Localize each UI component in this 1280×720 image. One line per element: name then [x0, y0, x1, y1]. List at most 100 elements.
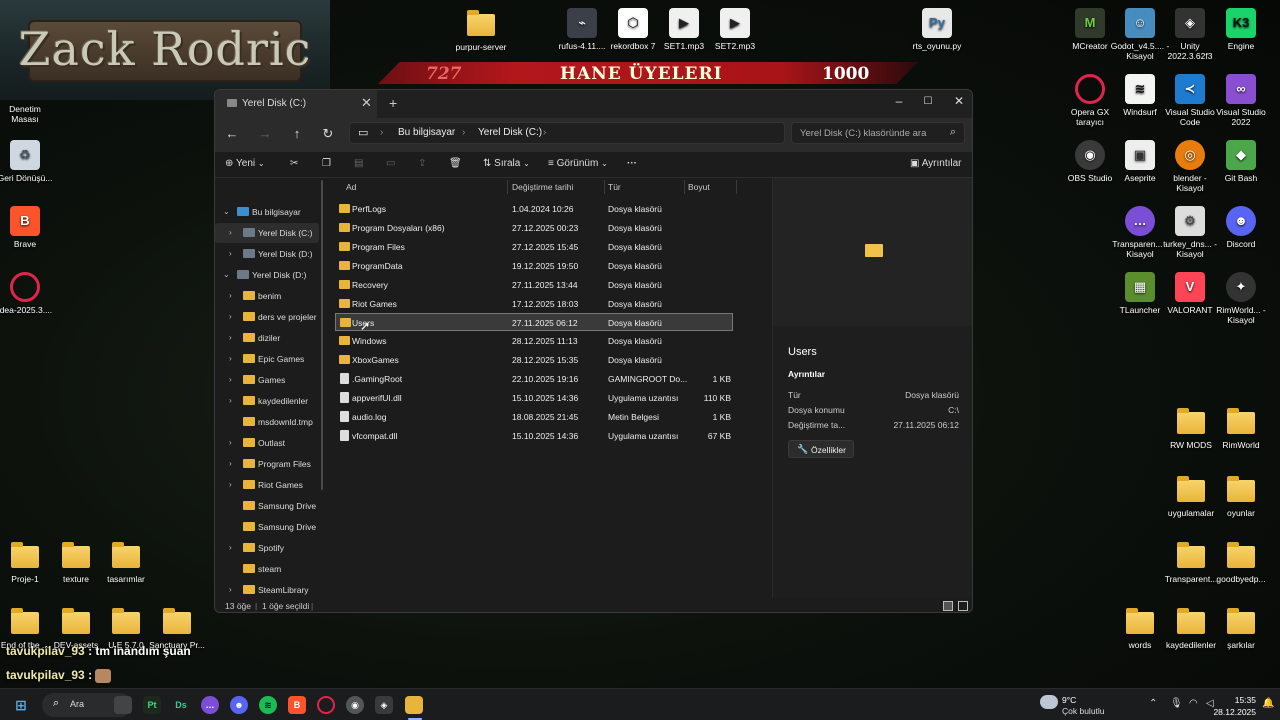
forward-button[interactable]: →	[256, 126, 274, 141]
delete-button[interactable]: 🗑	[449, 158, 462, 169]
sidebar-item-samsung-drive[interactable]: Samsung Drive	[215, 496, 319, 516]
sidebar-item-outlast[interactable]: › Outlast	[215, 433, 319, 453]
scrollbar-thumb[interactable]	[321, 180, 323, 490]
sidebar-item-games[interactable]: › Games	[215, 370, 319, 390]
column-header-type[interactable]: Tür	[608, 182, 621, 200]
new-button[interactable]: ⊕ Yeni ⌄	[225, 158, 265, 169]
windows-start-icon[interactable]: ⊞	[12, 696, 30, 714]
details-pane-button[interactable]: ▣ Ayrıntılar	[910, 158, 962, 169]
tiles-view-button[interactable]	[958, 601, 968, 611]
sidebar-item-steam[interactable]: steam	[215, 559, 319, 579]
column-divider[interactable]	[736, 180, 737, 194]
sidebar-item-this-pc[interactable]: ⌄ Bu bilgisayar	[215, 202, 319, 222]
refresh-button[interactable]: ↻	[319, 126, 337, 142]
search-input[interactable]: Yerel Disk (C:) klasöründe ara ⌕	[791, 122, 965, 144]
new-tab-button[interactable]: +	[389, 95, 397, 111]
file-row[interactable]: ProgramData 19.12.2025 19:50 Dosya klasörü	[335, 257, 733, 275]
desktop-icon-git-bash[interactable]: ◆ Git Bash	[1211, 140, 1271, 183]
sidebar-item-ders-ve-projeler[interactable]: › ders ve projeler	[215, 307, 319, 327]
column-divider[interactable]	[507, 180, 508, 194]
desktop-folder-sarkilar[interactable]: şarkılar	[1211, 606, 1271, 650]
desktop-folder-goodbyedpi[interactable]: goodbyedp...	[1211, 540, 1271, 584]
sort-button[interactable]: ⇅ Sırala ⌄	[483, 158, 530, 169]
back-button[interactable]: ←	[223, 126, 241, 141]
view-button[interactable]: ≡ Görünüm ⌄	[548, 158, 608, 169]
sidebar-item-local-disk-d-expanded[interactable]: ⌄ Yerel Disk (D:)	[215, 265, 319, 285]
share-button[interactable]: ⇪	[418, 158, 426, 169]
desktop-icon-visual-studio[interactable]: ∞ Visual Studio 2022	[1211, 74, 1271, 127]
sidebar-item-msdownld[interactable]: msdownld.tmp	[215, 412, 319, 432]
dataspell-icon[interactable]: Ds	[172, 696, 190, 714]
desktop-icon-purpur-server[interactable]: purpur-server	[451, 8, 511, 52]
file-row[interactable]: Riot Games 17.12.2025 18:03 Dosya klasörü	[335, 295, 733, 313]
desktop-folder-rimworld[interactable]: RimWorld	[1211, 406, 1271, 450]
desktop-icon-discord[interactable]: ☻ Discord	[1211, 206, 1271, 249]
spotify-icon[interactable]: ≋	[259, 696, 277, 714]
sidebar-item-spotify[interactable]: › Spotify	[215, 538, 319, 558]
address-bar[interactable]: ▭ › Bu bilgisayar › Yerel Disk (C:) ›	[349, 122, 785, 144]
desktop-icon-recycle-bin[interactable]: ♻ Geri Dönüşü...	[0, 140, 55, 183]
file-row[interactable]: Program Dosyaları (x86) 27.12.2025 00:23 D…	[335, 219, 733, 237]
file-row[interactable]: Program Files 27.12.2025 15:45 Dosya klasö…	[335, 238, 733, 256]
column-header-date[interactable]: Değiştirme tarihi	[512, 182, 573, 200]
desktop-icon-engine[interactable]: K3 Engine	[1211, 8, 1271, 51]
sidebar-item-riot-games[interactable]: › Riot Games	[215, 475, 319, 495]
microphone-icon[interactable]: 🎙	[1170, 698, 1183, 709]
copy-button[interactable]: ❐	[322, 158, 331, 169]
pane-scrollbar[interactable]	[321, 180, 324, 490]
file-row[interactable]: Windows 28.12.2025 11:13 Dosya klasörü	[335, 332, 733, 350]
cut-button[interactable]: ✂	[290, 158, 298, 169]
up-button[interactable]: ↑	[288, 126, 306, 141]
file-row-selected[interactable]: Users 27.11.2025 06:12 Dosya klasörü	[335, 313, 733, 331]
breadcrumb-item[interactable]: Bu bilgisayar	[398, 127, 455, 138]
maximize-button[interactable]: ☐	[920, 96, 936, 107]
file-explorer-icon[interactable]	[405, 696, 423, 714]
opera-gx-icon[interactable]	[317, 696, 335, 714]
tab-yerel-disk-c[interactable]: Yerel Disk (C:) ✕	[215, 90, 377, 118]
chevron-up-icon[interactable]: ⌃	[1149, 698, 1157, 709]
sidebar-item-local-disk-d[interactable]: › Yerel Disk (D:)	[215, 244, 319, 264]
column-header-size[interactable]: Boyut	[688, 182, 710, 200]
sidebar-item-kaydedilenler[interactable]: › kaydedilenler	[215, 391, 319, 411]
desktop-folder-tasarimlar[interactable]: tasarımlar	[96, 540, 156, 584]
discord-icon[interactable]: ☻	[230, 696, 248, 714]
file-row[interactable]: PerfLogs 1.04.2024 10:26 Dosya klasörü	[335, 200, 733, 218]
file-row[interactable]: .GamingRoot 22.10.2025 19:16 GAMINGROOT Do…	[335, 370, 733, 388]
desktop-icon-rimworld[interactable]: ✦ RimWorld... - Kisayol	[1211, 272, 1271, 325]
column-divider[interactable]	[684, 180, 685, 194]
file-row[interactable]: Recovery 27.11.2025 13:44 Dosya klasörü	[335, 276, 733, 294]
sidebar-item-benim[interactable]: › benim	[215, 286, 319, 306]
brave-icon[interactable]: B	[288, 696, 306, 714]
sidebar-item-diziler[interactable]: › diziler	[215, 328, 319, 348]
file-row[interactable]: appverifUI.dll 15.10.2025 14:36 Uygulama u…	[335, 389, 733, 407]
sidebar-item-epic-games[interactable]: › Epic Games	[215, 349, 319, 369]
properties-button[interactable]: 🔧 Özellikler	[788, 440, 854, 458]
sidebar-item-local-disk-c[interactable]: › Yerel Disk (C:)	[215, 223, 319, 243]
desktop-icon-control-panel[interactable]: Denetim Masası	[0, 104, 55, 124]
desktop-icon-brave[interactable]: B Brave	[0, 206, 55, 249]
paste-button[interactable]: ▤	[354, 158, 363, 169]
obs-icon[interactable]: ◉	[346, 696, 364, 714]
column-header-name[interactable]: Ad	[346, 182, 356, 200]
column-divider[interactable]	[604, 180, 605, 194]
pycharm-icon[interactable]: Pt	[143, 696, 161, 714]
rename-button[interactable]: ▭	[386, 158, 395, 169]
breadcrumb-item[interactable]: Yerel Disk (C:)	[478, 127, 542, 138]
details-view-button[interactable]	[943, 601, 953, 611]
close-window-button[interactable]: ✕	[951, 94, 967, 108]
desktop-icon-idea[interactable]: idea-2025.3....	[0, 272, 55, 315]
wifi-icon[interactable]: ◠	[1189, 698, 1198, 709]
desktop-folder-oyunlar[interactable]: oyunlar	[1211, 474, 1271, 518]
close-tab-icon[interactable]: ✕	[361, 95, 372, 111]
desktop-icon-rts-oyunu[interactable]: Py rts_oyunu.py	[907, 8, 967, 51]
file-row[interactable]: XboxGames 28.12.2025 15:35 Dosya klasörü	[335, 351, 733, 369]
sidebar-item-samsung-drive-2[interactable]: Samsung Drive	[215, 517, 319, 537]
chat-bubble-icon[interactable]: …	[201, 696, 219, 714]
file-row[interactable]: audio.log 18.08.2025 21:45 Metin Belgesi 1 …	[335, 408, 733, 426]
task-view-icon[interactable]	[114, 696, 132, 714]
notification-bell-icon[interactable]: 🔔	[1262, 698, 1274, 709]
unity-hub-icon[interactable]: ◈	[375, 696, 393, 714]
file-row[interactable]: vfcompat.dll 15.10.2025 14:36 Uygulama uza…	[335, 427, 733, 445]
minimize-button[interactable]: –	[891, 94, 907, 108]
desktop-icon-set2[interactable]: ▶ SET2.mp3	[705, 8, 765, 51]
